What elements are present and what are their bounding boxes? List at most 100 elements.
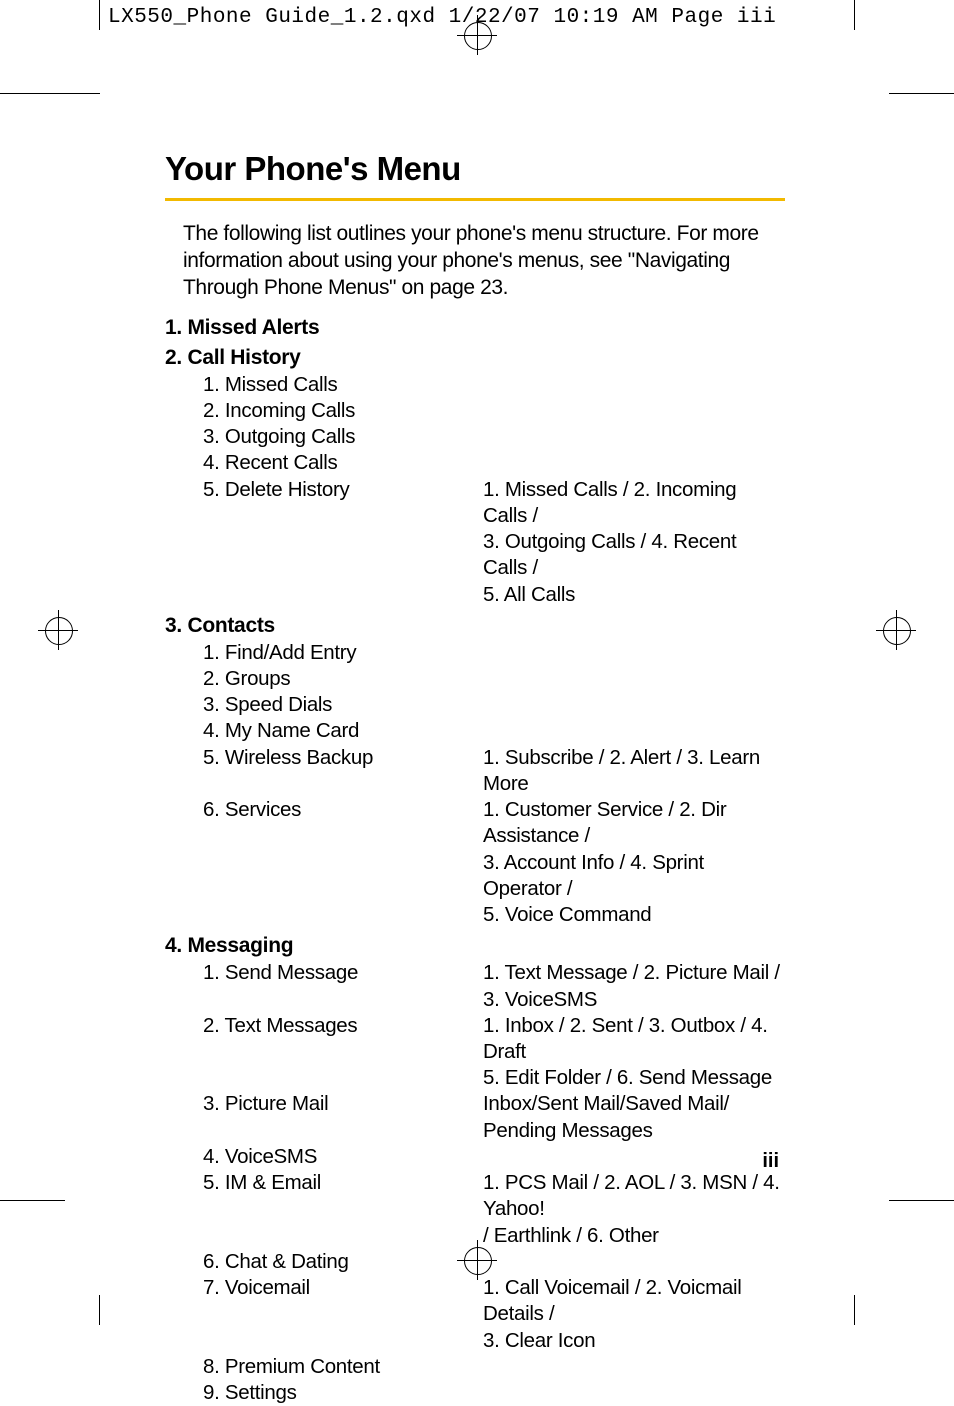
menu-item-right: 3. Clear Icon xyxy=(483,1328,785,1354)
menu-row: 4. Recent Calls xyxy=(165,450,785,476)
menu-item-right: Pending Messages xyxy=(483,1118,785,1144)
menu-item-right xyxy=(483,692,785,718)
menu-item-left: 6. Services xyxy=(165,797,483,849)
intro-paragraph: The following list outlines your phone's… xyxy=(183,221,785,302)
menu-item-right: Inbox/Sent Mail/Saved Mail/ xyxy=(483,1091,785,1117)
menu-row: 1. Send Message1. Text Message / 2. Pict… xyxy=(165,960,785,986)
menu-row: 3. VoiceSMS xyxy=(165,987,785,1013)
menu-row: 6. Services1. Customer Service / 2. Dir … xyxy=(165,797,785,849)
menu-item-left: 3. Outgoing Calls xyxy=(165,424,483,450)
menu-row: 3. Outgoing Calls xyxy=(165,424,785,450)
menu-row: / Earthlink / 6. Other xyxy=(165,1223,785,1249)
menu-item-left xyxy=(165,1118,483,1144)
registration-mark xyxy=(876,610,916,650)
menu-item-right: 3. VoiceSMS xyxy=(483,987,785,1013)
print-slug: LX550_Phone Guide_1.2.qxd 1/22/07 10:19 … xyxy=(108,6,776,29)
menu-row: 5. Voice Command xyxy=(165,902,785,928)
menu-item-left: 5. IM & Email xyxy=(165,1170,483,1222)
crop-mark xyxy=(99,1295,100,1325)
menu-item-right xyxy=(483,1144,785,1170)
menu-item-right xyxy=(483,1249,785,1275)
menu-item-right xyxy=(483,398,785,424)
menu-row: 2. Groups xyxy=(165,666,785,692)
menu-item-left: 1. Missed Calls xyxy=(165,372,483,398)
menu-item-left: 9. Settings xyxy=(165,1380,483,1406)
page-number: iii xyxy=(762,1150,779,1173)
menu-item-left: 2. Text Messages xyxy=(165,1013,483,1065)
menu-row: 3. Picture MailInbox/Sent Mail/Saved Mai… xyxy=(165,1091,785,1117)
menu-item-left xyxy=(165,850,483,902)
menu-row: 3. Clear Icon xyxy=(165,1328,785,1354)
menu-item-right: 1. Subscribe / 2. Alert / 3. Learn More xyxy=(483,745,785,797)
registration-mark xyxy=(38,610,78,650)
menu-row: 5. Edit Folder / 6. Send Message xyxy=(165,1065,785,1091)
menu-item-right xyxy=(483,1380,785,1406)
menu-item-left xyxy=(165,987,483,1013)
menu-item-left: 8. Premium Content xyxy=(165,1354,483,1380)
menu-item-right: 3. Outgoing Calls / 4. Recent Calls / xyxy=(483,529,785,581)
menu-row: 1. Missed Calls xyxy=(165,372,785,398)
menu-item-left xyxy=(165,902,483,928)
menu-item-right: 3. Account Info / 4. Sprint Operator / xyxy=(483,850,785,902)
menu-item-right: 1. Customer Service / 2. Dir Assistance … xyxy=(483,797,785,849)
menu-item-left: 4. My Name Card xyxy=(165,718,483,744)
menu-row: 5. All Calls xyxy=(165,582,785,608)
menu-item-left: 2. Incoming Calls xyxy=(165,398,483,424)
menu-row: 8. Premium Content xyxy=(165,1354,785,1380)
menu-item-left: 2. Groups xyxy=(165,666,483,692)
menu-section-head: 2. Call History xyxy=(165,346,785,370)
menu-row: 4. VoiceSMS xyxy=(165,1144,785,1170)
title-rule xyxy=(165,198,785,201)
menu-item-right xyxy=(483,666,785,692)
menu-row: 9. Settings xyxy=(165,1380,785,1406)
menu-item-right xyxy=(483,424,785,450)
menu-item-right xyxy=(483,640,785,666)
menu-item-left: 7. Voicemail xyxy=(165,1275,483,1327)
menu-section-head: 1. Missed Alerts xyxy=(165,316,785,340)
menu-item-left: 3. Picture Mail xyxy=(165,1091,483,1117)
menu-item-left: 4. VoiceSMS xyxy=(165,1144,483,1170)
menu-item-right xyxy=(483,372,785,398)
menu-row: 3. Outgoing Calls / 4. Recent Calls / xyxy=(165,529,785,581)
menu-item-left: 4. Recent Calls xyxy=(165,450,483,476)
menu-item-left xyxy=(165,1065,483,1091)
menu-item-left: 1. Find/Add Entry xyxy=(165,640,483,666)
menu-item-right xyxy=(483,1354,785,1380)
menu-section-head: 3. Contacts xyxy=(165,614,785,638)
menu-row: 7. Voicemail1. Call Voicemail / 2. Voicm… xyxy=(165,1275,785,1327)
menu-item-right: 1. Call Voicemail / 2. Voicmail Details … xyxy=(483,1275,785,1327)
crop-mark xyxy=(0,93,65,94)
menu-row: 1. Find/Add Entry xyxy=(165,640,785,666)
menu-item-left xyxy=(165,529,483,581)
menu-item-left: 6. Chat & Dating xyxy=(165,1249,483,1275)
menu-row: 5. Wireless Backup1. Subscribe / 2. Aler… xyxy=(165,745,785,797)
registration-mark xyxy=(457,15,497,55)
menu-row: 5. Delete History1. Missed Calls / 2. In… xyxy=(165,477,785,529)
menu-item-right: 1. Inbox / 2. Sent / 3. Outbox / 4. Draf… xyxy=(483,1013,785,1065)
crop-mark xyxy=(99,0,100,30)
menu-row: 2. Text Messages1. Inbox / 2. Sent / 3. … xyxy=(165,1013,785,1065)
menu-row: 6. Chat & Dating xyxy=(165,1249,785,1275)
menu-item-right: 5. Voice Command xyxy=(483,902,785,928)
menu-row: 2. Incoming Calls xyxy=(165,398,785,424)
menu-item-left xyxy=(165,582,483,608)
menu-row: 5. IM & Email1. PCS Mail / 2. AOL / 3. M… xyxy=(165,1170,785,1222)
crop-mark xyxy=(854,0,855,30)
menu-item-left: 1. Send Message xyxy=(165,960,483,986)
menu-row: Pending Messages xyxy=(165,1118,785,1144)
menu-item-left xyxy=(165,1328,483,1354)
menu-row: 3. Account Info / 4. Sprint Operator / xyxy=(165,850,785,902)
menu-item-right: 5. All Calls xyxy=(483,582,785,608)
menu-item-right xyxy=(483,450,785,476)
menu-row: 3. Speed Dials xyxy=(165,692,785,718)
crop-mark xyxy=(889,93,954,94)
crop-mark xyxy=(854,1295,855,1325)
menu-item-left: 5. Wireless Backup xyxy=(165,745,483,797)
crop-mark xyxy=(65,93,100,94)
menu-item-right: 5. Edit Folder / 6. Send Message xyxy=(483,1065,785,1091)
menu-item-right: 1. Missed Calls / 2. Incoming Calls / xyxy=(483,477,785,529)
menu-item-right: / Earthlink / 6. Other xyxy=(483,1223,785,1249)
page-content: Your Phone's Menu The following list out… xyxy=(165,150,785,1406)
menu-item-right: 1. PCS Mail / 2. AOL / 3. MSN / 4. Yahoo… xyxy=(483,1170,785,1222)
menu-row: 4. My Name Card xyxy=(165,718,785,744)
